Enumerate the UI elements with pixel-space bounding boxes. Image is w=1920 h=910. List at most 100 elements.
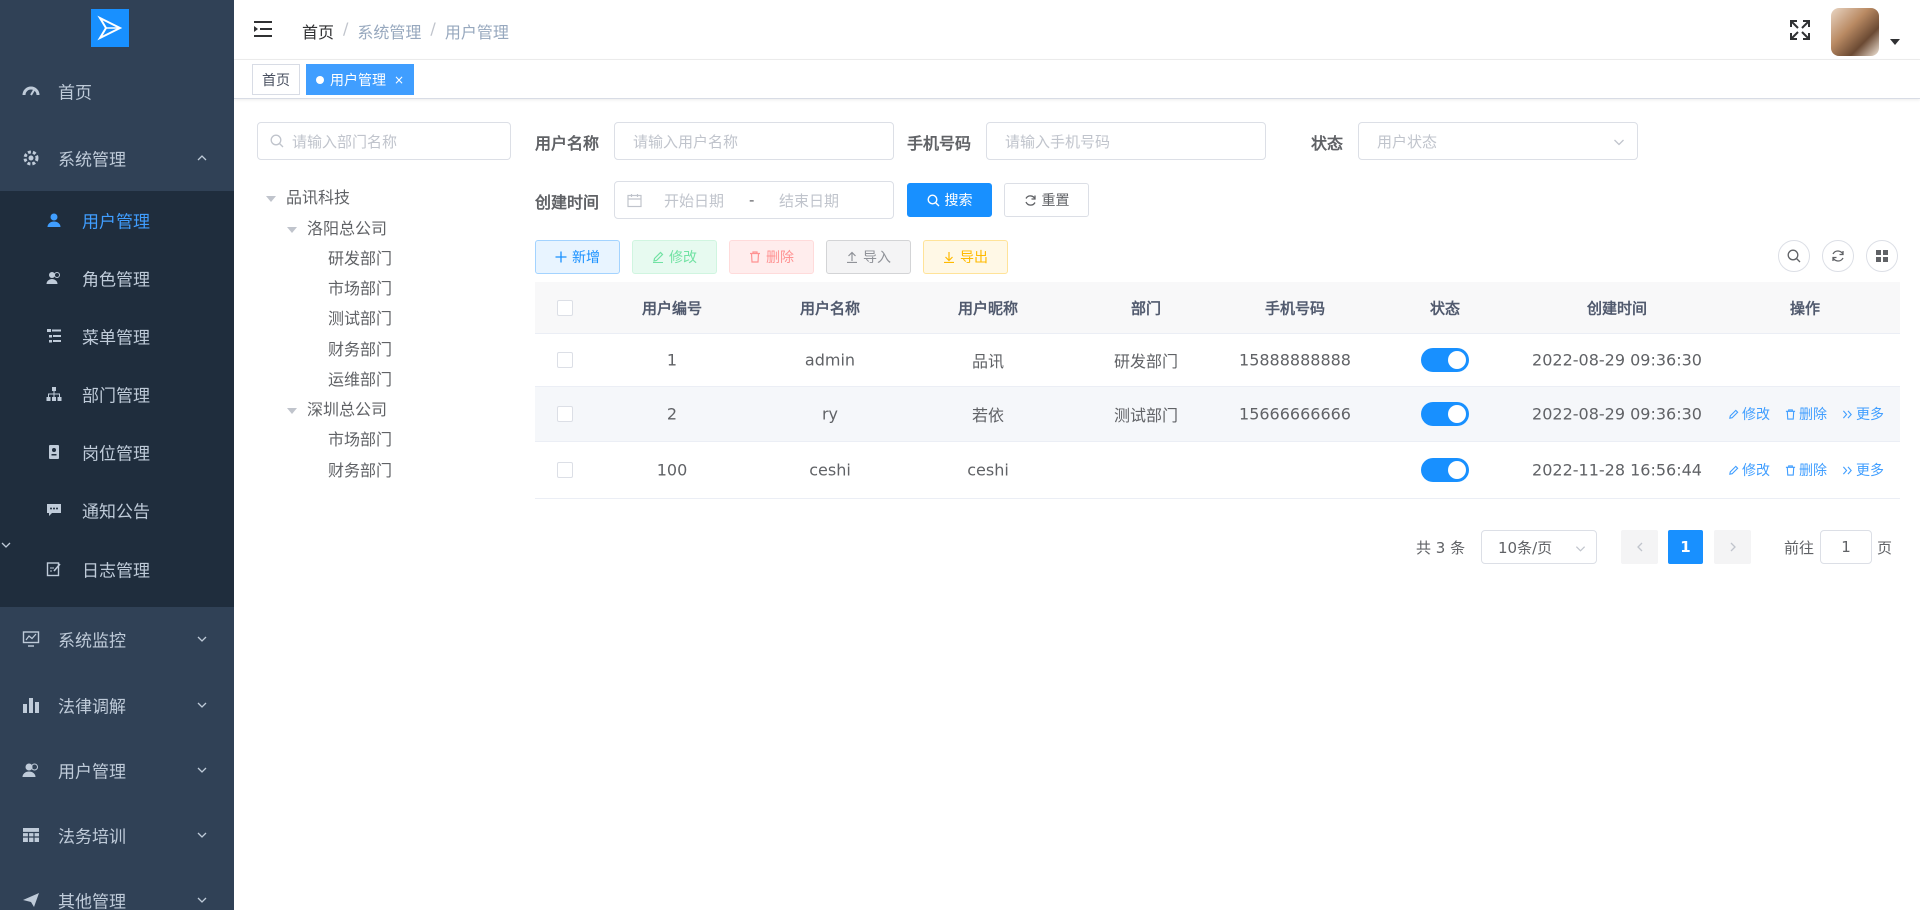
sidebar-item-label: 首页 — [58, 83, 92, 104]
row-edit-link[interactable]: 修改 — [1728, 404, 1770, 424]
sidebar-item-depts[interactable]: 部门管理 — [0, 365, 234, 423]
refresh-button[interactable] — [1822, 240, 1854, 272]
row-edit-label: 修改 — [1742, 463, 1770, 479]
status-select[interactable]: 用户状态 — [1358, 122, 1638, 160]
toggle-search-button[interactable] — [1778, 240, 1810, 272]
breadcrumb-home[interactable]: 首页 — [302, 19, 334, 43]
peoples-icon — [46, 270, 62, 286]
tree-node-dept[interactable]: 财务部门 — [328, 338, 392, 362]
sidebar-item-monitor[interactable]: 系统监控 — [0, 609, 234, 669]
breadcrumb-current: 用户管理 — [444, 23, 509, 42]
sidebar-item-posts[interactable]: 岗位管理 — [0, 423, 234, 481]
delete-button[interactable]: 删除 — [729, 240, 814, 274]
dept-search-placeholder: 请输入部门名称 — [292, 132, 398, 151]
status-toggle[interactable] — [1421, 402, 1469, 426]
export-button[interactable]: 导出 — [923, 240, 1008, 274]
row-more-link[interactable]: 更多 — [1842, 404, 1884, 424]
columns-button[interactable] — [1866, 240, 1898, 272]
column-header: 用户编号 — [641, 299, 703, 317]
end-date-placeholder[interactable]: 结束日期 — [779, 190, 839, 211]
goto-label: 前往 — [1784, 539, 1815, 557]
search-button[interactable]: 搜索 — [907, 183, 992, 217]
edit-button-label: 修改 — [669, 250, 697, 266]
row-checkbox[interactable] — [557, 352, 573, 368]
import-button-label: 导入 — [863, 250, 891, 266]
row-delete-link[interactable]: 删除 — [1785, 404, 1827, 424]
sidebar-item-home[interactable]: 首页 — [0, 61, 234, 121]
hamburger-icon[interactable] — [254, 20, 274, 38]
plus-icon — [555, 251, 567, 263]
tree-node-shenzhen[interactable]: 深圳总公司 — [307, 398, 387, 422]
column-header: 部门 — [1130, 299, 1162, 317]
select-all-checkbox[interactable] — [557, 299, 573, 316]
goto-page-value: 1 — [1841, 538, 1851, 556]
breadcrumb-separator: / — [343, 19, 349, 38]
next-page-button[interactable] — [1714, 530, 1751, 564]
dept-search-input[interactable]: 请输入部门名称 — [257, 122, 511, 160]
tree-node-dept[interactable]: 市场部门 — [328, 277, 392, 301]
reset-button[interactable]: 重置 — [1004, 183, 1089, 217]
add-button[interactable]: 新增 — [535, 240, 620, 274]
page-size-select[interactable]: 10条/页 — [1481, 530, 1597, 564]
fullscreen-icon[interactable] — [1790, 20, 1810, 40]
tree-node-root[interactable]: 品讯科技 — [286, 186, 350, 210]
sidebar-item-label: 通知公告 — [82, 502, 150, 523]
prev-page-button[interactable] — [1621, 530, 1658, 564]
avatar[interactable] — [1831, 8, 1879, 56]
edit-button[interactable]: 修改 — [632, 240, 717, 274]
grid-icon — [1876, 250, 1888, 262]
tree-node-dept[interactable]: 研发部门 — [328, 247, 392, 271]
row-more-link[interactable]: 更多 — [1842, 460, 1884, 480]
sidebar-item-menus[interactable]: 菜单管理 — [0, 307, 234, 365]
row-checkbox[interactable] — [557, 406, 573, 422]
row-checkbox[interactable] — [557, 462, 573, 478]
tree-node-dept[interactable]: 测试部门 — [328, 307, 392, 331]
dashboard-icon — [22, 82, 40, 100]
upload-icon — [847, 251, 857, 263]
table-row[interactable]: 2 ry 若依 测试部门 15666666666 2022-08-29 09:3… — [535, 387, 1900, 442]
row-edit-link[interactable]: 修改 — [1728, 460, 1770, 480]
sidebar-item-system[interactable]: 系统管理 — [0, 128, 234, 188]
close-icon[interactable]: × — [394, 73, 404, 87]
breadcrumb: 首页 / 系统管理 / 用户管理 — [302, 19, 509, 43]
sidebar-item-training[interactable]: 法务培训 — [0, 805, 234, 865]
caret-down-icon[interactable] — [1890, 38, 1900, 46]
page-number-current[interactable]: 1 — [1668, 530, 1703, 564]
tree-node-dept[interactable]: 市场部门 — [328, 428, 392, 452]
date-range-picker[interactable]: 开始日期 - 结束日期 — [614, 181, 894, 219]
logo[interactable] — [0, 0, 220, 56]
phone-input[interactable]: 请输入手机号码 — [986, 122, 1266, 160]
sidebar-item-mediation[interactable]: 法律调解 — [0, 675, 234, 735]
start-date-placeholder[interactable]: 开始日期 — [664, 190, 724, 211]
tree-node-luoyang[interactable]: 洛阳总公司 — [307, 217, 387, 241]
table-row[interactable]: 1 admin 品讯 研发部门 15888888888 2022-08-29 0… — [535, 334, 1900, 387]
tag-user-management[interactable]: 用户管理 × — [306, 64, 415, 95]
caret-down-icon[interactable] — [287, 408, 297, 414]
sidebar: 首页 系统管理 用户管理 角色管理 菜单管理 部门管理 岗位管理 通知公告 日志… — [0, 0, 234, 910]
pagination-total: 共 3 条 — [1416, 539, 1466, 557]
tag-home[interactable]: 首页 — [252, 64, 300, 95]
sidebar-item-user-mgmt[interactable]: 用户管理 — [0, 740, 234, 800]
sidebar-item-notices[interactable]: 通知公告 — [0, 481, 234, 539]
sidebar-item-logs[interactable]: 日志管理 — [0, 539, 234, 599]
status-toggle[interactable] — [1421, 458, 1469, 482]
import-button[interactable]: 导入 — [826, 240, 911, 274]
refresh-icon — [1024, 194, 1036, 206]
caret-down-icon[interactable] — [287, 227, 297, 233]
caret-down-icon[interactable] — [266, 196, 276, 202]
table-icon — [22, 826, 40, 844]
sidebar-item-roles[interactable]: 角色管理 — [0, 249, 234, 307]
created-time-cell: 2022-08-29 09:36:30 — [1532, 404, 1702, 424]
row-delete-link[interactable]: 删除 — [1785, 460, 1827, 480]
sidebar-item-other[interactable]: 其他管理 — [0, 870, 234, 910]
chevron-down-icon — [196, 699, 208, 711]
row-delete-label: 删除 — [1799, 407, 1827, 423]
status-toggle[interactable] — [1421, 348, 1469, 372]
username-input[interactable]: 请输入用户名称 — [614, 122, 894, 160]
tree-node-dept[interactable]: 运维部门 — [328, 368, 392, 392]
chevron-right-icon — [1730, 542, 1736, 552]
table-row[interactable]: 100 ceshi ceshi 2022-11-28 16:56:44 修改 删… — [535, 442, 1900, 499]
goto-page-input[interactable]: 1 — [1820, 530, 1872, 564]
tree-node-dept[interactable]: 财务部门 — [328, 459, 392, 483]
sidebar-item-users[interactable]: 用户管理 — [0, 191, 234, 249]
